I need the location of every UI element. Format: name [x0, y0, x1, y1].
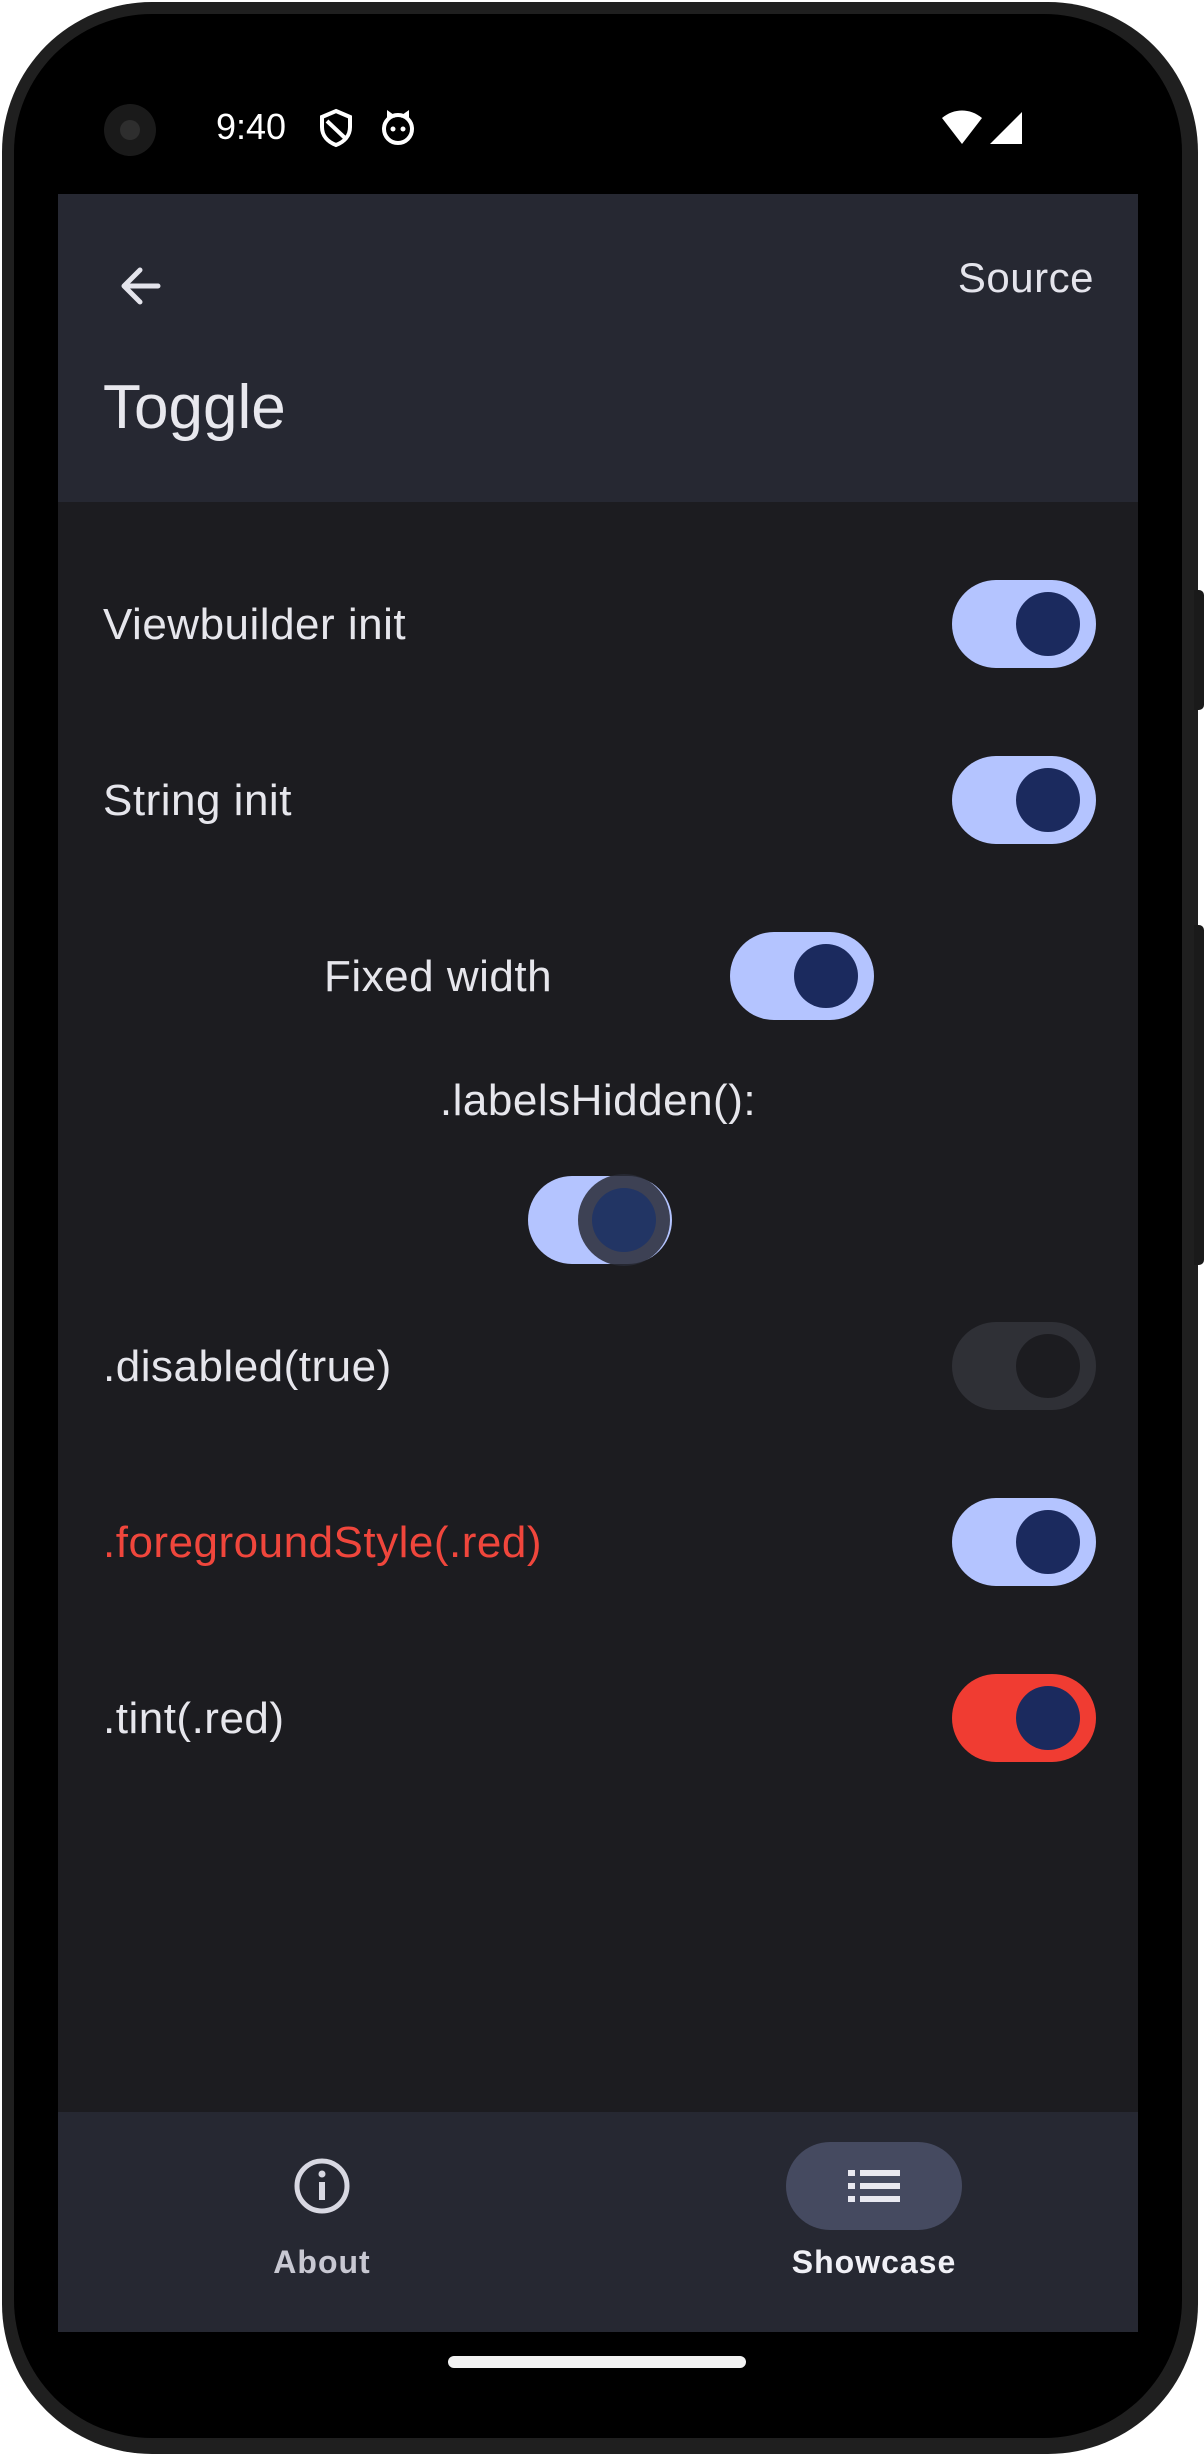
page-title: Toggle — [103, 373, 286, 442]
app-screen: Source Toggle Viewbuilder init String in… — [58, 194, 1138, 2332]
list-icon — [848, 2170, 900, 2202]
toggle-switch[interactable] — [952, 1498, 1096, 1586]
info-icon — [294, 2158, 350, 2214]
toggle-switch-red[interactable] — [952, 1674, 1096, 1762]
toggle-row-tint: .tint(.red) — [58, 1660, 1138, 1780]
back-button[interactable] — [98, 244, 182, 328]
wifi-icon — [942, 110, 982, 144]
toggle-label: Viewbuilder init — [103, 600, 407, 649]
app-notification-icon — [382, 110, 414, 145]
toggle-label: .labelsHidden(): — [439, 1076, 757, 1125]
toggle-row-disabled: .disabled(true) — [58, 1308, 1138, 1428]
toggle-switch[interactable] — [730, 932, 874, 1020]
toggle-switch[interactable] — [528, 1176, 672, 1264]
front-camera — [104, 104, 156, 156]
shield-icon — [320, 108, 352, 148]
nav-item-showcase[interactable]: Showcase — [754, 2142, 994, 2302]
nav-item-about[interactable]: About — [202, 2142, 442, 2302]
toggle-label: Fixed width — [324, 952, 553, 1001]
toggle-row-foreground-style: .foregroundStyle(.red) — [58, 1484, 1138, 1604]
nav-label-about: About — [273, 2244, 371, 2280]
bottom-navigation-bar: About Showcase — [58, 2112, 1138, 2332]
toggle-row-viewbuilder: Viewbuilder init — [58, 566, 1138, 686]
toggle-switch[interactable] — [952, 756, 1096, 844]
top-app-bar: Source Toggle — [58, 194, 1138, 502]
toggle-thumb — [1016, 768, 1080, 832]
source-button[interactable]: Source — [958, 254, 1094, 302]
toggle-thumb — [1016, 1510, 1080, 1574]
cellular-signal-icon — [990, 112, 1022, 144]
toggle-thumb — [794, 944, 858, 1008]
power-button — [1194, 590, 1204, 710]
nav-indicator-active — [786, 2142, 962, 2230]
nav-indicator — [234, 2142, 410, 2230]
toggle-row-fixed-width: Fixed width — [58, 918, 1138, 1038]
toggle-thumb — [1016, 1334, 1080, 1398]
toggle-thumb — [592, 1188, 656, 1252]
nav-label-showcase: Showcase — [791, 2244, 957, 2280]
toggle-label: .tint(.red) — [103, 1694, 285, 1743]
toggle-switch-disabled — [952, 1322, 1096, 1410]
arrow-back-icon — [121, 267, 161, 305]
toggle-label: .disabled(true) — [103, 1342, 392, 1391]
toggle-label: .foregroundStyle(.red) — [103, 1518, 542, 1567]
toggle-row-labels-hidden: .labelsHidden(): — [58, 1074, 1138, 1274]
toggle-label: String init — [103, 776, 292, 825]
gesture-home-bar[interactable] — [448, 2356, 746, 2368]
toggle-row-string-init: String init — [58, 742, 1138, 862]
toggle-thumb — [1016, 592, 1080, 656]
status-time: 9:40 — [216, 106, 287, 147]
toggle-thumb — [1016, 1686, 1080, 1750]
phone-frame: 9:40 Source Toggle Viewbuilder init Stri… — [0, 0, 1204, 2456]
volume-button — [1194, 925, 1204, 1265]
toggle-switch[interactable] — [952, 580, 1096, 668]
